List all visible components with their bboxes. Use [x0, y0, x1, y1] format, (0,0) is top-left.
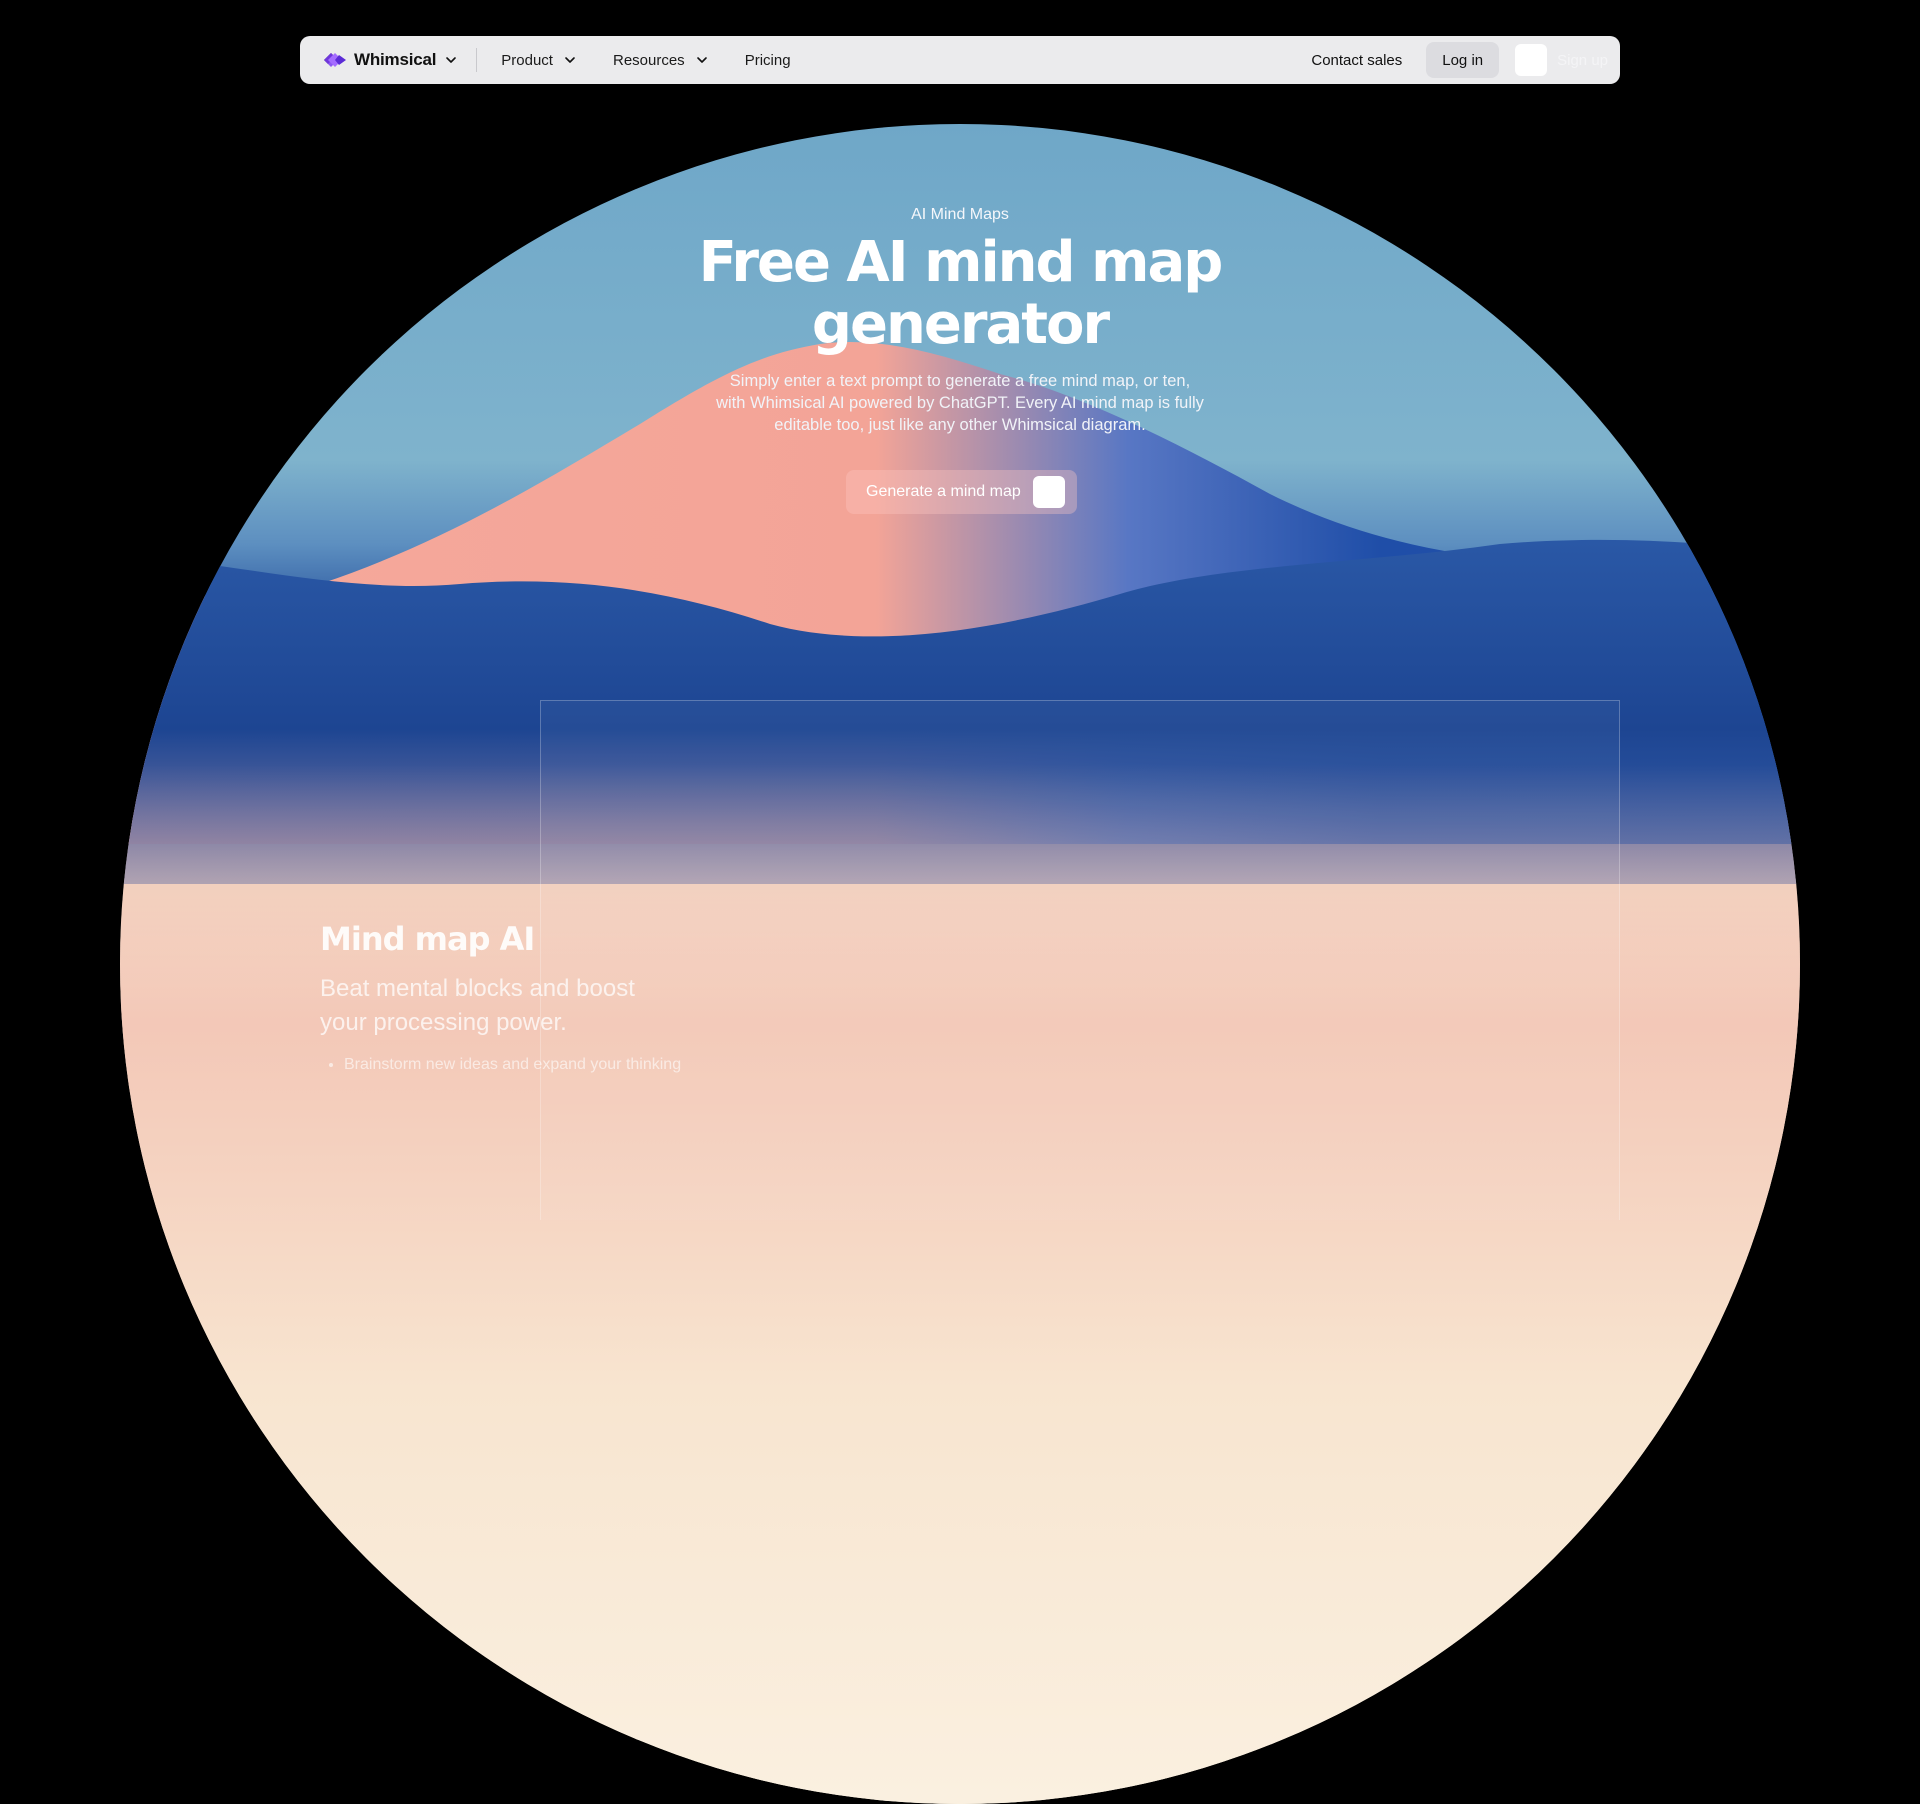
hero-eyebrow: AI Mind Maps	[911, 206, 1009, 223]
generate-mind-map-label: Generate a mind map	[866, 483, 1021, 500]
hero-subtitle: Simply enter a text prompt to generate a…	[716, 372, 1204, 434]
nav-pricing-label: Pricing	[744, 51, 791, 69]
feature-title: Mind map AI	[320, 920, 535, 958]
feature-section: Mind map AI Beat mental blocks and boost…	[320, 920, 720, 1076]
nav-product[interactable]: Product	[483, 36, 595, 84]
signup-label: Sign up	[1557, 51, 1608, 69]
nav-resources[interactable]: Resources	[595, 36, 727, 84]
brand-menu[interactable]: Whimsical	[320, 48, 478, 72]
brand-name: Whimsical	[354, 50, 437, 69]
signup-icon	[1515, 44, 1548, 76]
contact-sales-link[interactable]: Contact sales	[1287, 36, 1426, 84]
nav-resources-label: Resources	[612, 51, 685, 69]
hero-title: Free AI mind map generator	[698, 230, 1224, 357]
chevron-down-icon	[696, 57, 707, 63]
feature-subtitle: Beat mental blocks and boost your proces…	[320, 975, 635, 1036]
feature-list: Brainstorm new ideas and expand your thi…	[320, 1054, 720, 1076]
signup-button[interactable]: Sign up	[1515, 44, 1608, 76]
nav-product-label: Product	[501, 51, 553, 69]
list-item: Brainstorm new ideas and expand your thi…	[344, 1054, 720, 1076]
login-button[interactable]: Log in	[1426, 42, 1500, 78]
chevron-down-icon	[565, 57, 575, 63]
cta-icon	[1032, 476, 1065, 508]
top-nav: Whimsical Product Resources Pricing Cont…	[300, 36, 1620, 84]
chevron-down-icon	[446, 57, 457, 63]
nav-pricing[interactable]: Pricing	[727, 36, 809, 84]
generate-mind-map-button[interactable]: Generate a mind map	[846, 470, 1077, 514]
whimsical-logo-icon	[324, 53, 346, 67]
